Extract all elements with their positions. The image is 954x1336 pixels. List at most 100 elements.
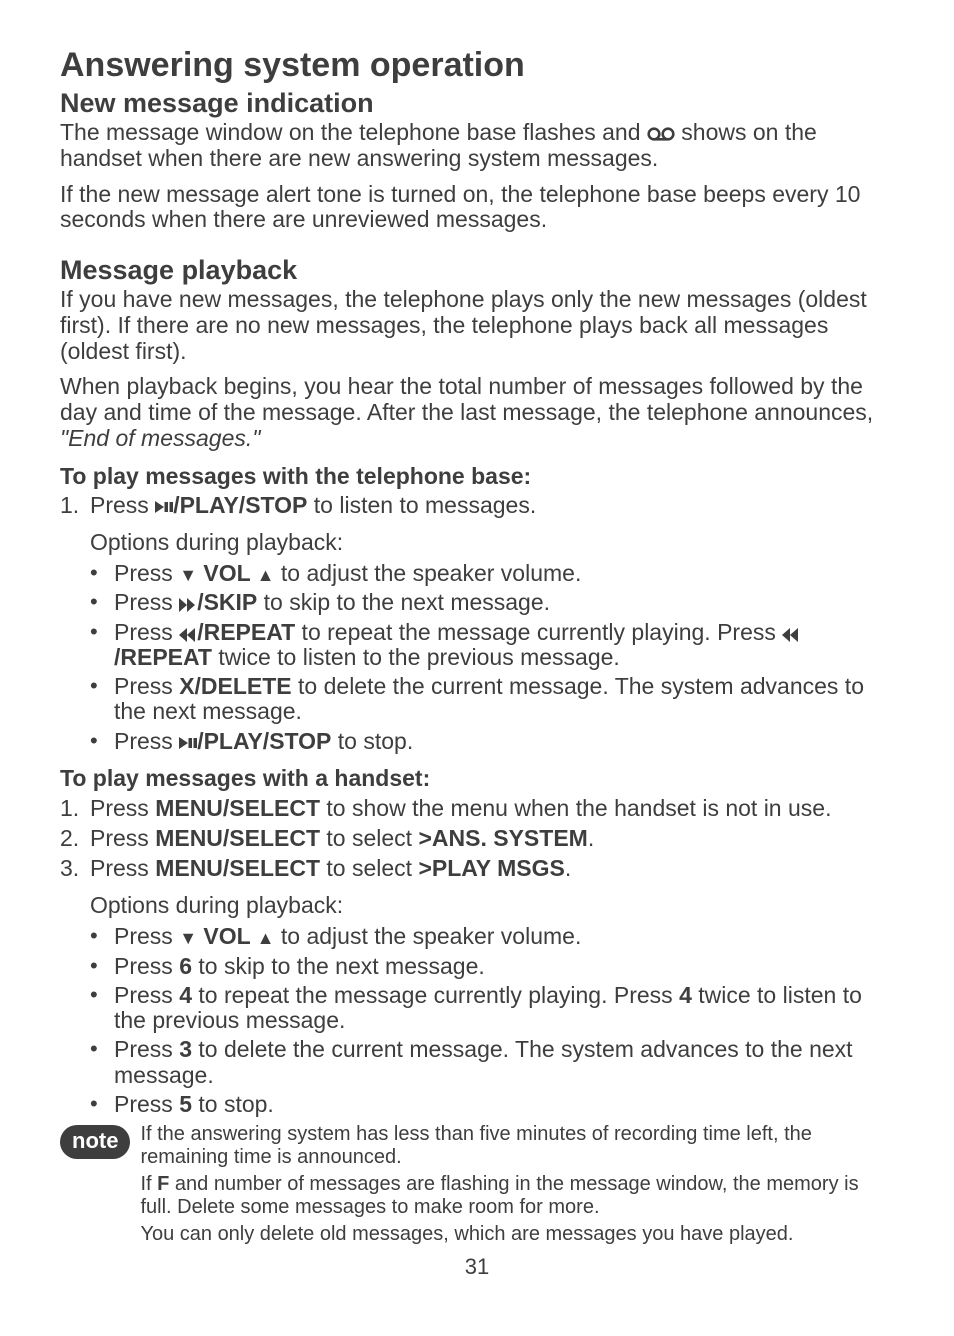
text-bold: >ANS. SYSTEM: [418, 825, 587, 851]
text: Press: [90, 825, 155, 851]
text: to listen to messages.: [307, 492, 536, 518]
text: Press: [90, 795, 155, 821]
text: Press: [114, 1091, 179, 1117]
list-item: Press X/DELETE to delete the current mes…: [114, 674, 894, 725]
text: to adjust the speaker volume.: [275, 923, 582, 949]
text: to skip to the next message.: [257, 589, 550, 615]
options-label: Options during playback:: [90, 529, 894, 555]
text: to adjust the speaker volume.: [275, 560, 582, 586]
text: Press: [114, 982, 179, 1008]
text: If: [140, 1173, 157, 1195]
text: Press: [90, 492, 155, 518]
text-bold: 5: [179, 1091, 192, 1117]
text: and number of messages are flashing in t…: [140, 1173, 858, 1217]
list-item: Press /REPEAT to repeat the message curr…: [114, 620, 894, 671]
text: Press: [114, 589, 179, 615]
list-item: Press MENU/SELECT to select >ANS. SYSTEM…: [90, 825, 894, 851]
text-bold: /SKIP: [197, 589, 257, 615]
list-item: Press /SKIP to skip to the next message.: [114, 590, 894, 615]
subheading-handset: To play messages with a handset:: [60, 765, 894, 791]
triangle-down-icon: [179, 560, 197, 586]
text: Press: [90, 855, 155, 881]
text: Press: [114, 1036, 179, 1062]
text-bold: MENU/SELECT: [155, 855, 320, 881]
text-bold: 4: [179, 982, 192, 1008]
list-item: Press 4 to repeat the message currently …: [114, 983, 894, 1034]
bullet-list: Press VOL to adjust the speaker volume. …: [60, 924, 894, 1117]
text-bold: F: [157, 1173, 169, 1195]
text-bold: VOL: [197, 560, 257, 586]
text: to repeat the message currently playing.…: [295, 619, 782, 645]
list-item: Press MENU/SELECT to select >PLAY MSGS.: [90, 855, 894, 881]
voicemail-icon: [647, 119, 675, 145]
skip-back-icon: [179, 619, 197, 645]
skip-back-icon: [782, 619, 800, 645]
note-line: You can only delete old messages, which …: [140, 1223, 894, 1245]
triangle-up-icon: [257, 923, 275, 949]
list-item: Press VOL to adjust the speaker volume.: [114, 924, 894, 949]
section-heading-playback: Message playback: [60, 255, 894, 286]
text: Press: [114, 953, 179, 979]
subheading-base: To play messages with the telephone base…: [60, 463, 894, 489]
note-line: If F and number of messages are flashing…: [140, 1173, 894, 1218]
page-number: 31: [60, 1254, 894, 1279]
text-bold: /PLAY/STOP: [173, 492, 307, 518]
play-stop-icon: [179, 728, 197, 754]
note-badge: note: [60, 1125, 130, 1158]
list-item: Press MENU/SELECT to show the menu when …: [90, 795, 894, 821]
text: Press: [114, 923, 179, 949]
paragraph: If you have new messages, the telephone …: [60, 287, 894, 364]
text: to stop.: [331, 728, 413, 754]
list-item: Press /PLAY/STOP to stop.: [114, 729, 894, 754]
text: to repeat the message currently playing.…: [192, 982, 679, 1008]
ordered-list: Press /PLAY/STOP to listen to messages.: [60, 492, 894, 518]
skip-forward-icon: [179, 589, 197, 615]
text-bold: 6: [179, 953, 192, 979]
text: to select: [320, 855, 418, 881]
text-bold: /REPEAT: [114, 644, 212, 670]
paragraph: The message window on the telephone base…: [60, 120, 894, 172]
options-label: Options during playback:: [90, 892, 894, 918]
text: .: [565, 855, 571, 881]
list-item: Press 5 to stop.: [114, 1092, 894, 1117]
note-block: note If the answering system has less th…: [60, 1123, 894, 1250]
paragraph: When playback begins, you hear the total…: [60, 374, 894, 451]
paragraph: If the new message alert tone is turned …: [60, 182, 894, 234]
text-bold: /REPEAT: [197, 619, 295, 645]
play-stop-icon: [155, 492, 173, 518]
text-bold: VOL: [197, 923, 257, 949]
text-bold: X/DELETE: [179, 673, 291, 699]
list-item: Press VOL to adjust the speaker volume.: [114, 561, 894, 586]
page-title: Answering system operation: [60, 46, 894, 85]
triangle-down-icon: [179, 923, 197, 949]
text: twice to listen to the previous message.: [212, 644, 620, 670]
text: to show the menu when the handset is not…: [320, 795, 831, 821]
text: Press: [114, 728, 179, 754]
text-bold: MENU/SELECT: [155, 795, 320, 821]
triangle-up-icon: [257, 560, 275, 586]
bullet-list: Press VOL to adjust the speaker volume. …: [60, 561, 894, 754]
text-bold: /PLAY/STOP: [197, 728, 331, 754]
text: to select: [320, 825, 418, 851]
text: The message window on the telephone base…: [60, 119, 647, 145]
note-line: If the answering system has less than fi…: [140, 1123, 894, 1168]
text-bold: >PLAY MSGS: [418, 855, 564, 881]
text-bold: MENU/SELECT: [155, 825, 320, 851]
text: to skip to the next message.: [192, 953, 485, 979]
text: to delete the current message. The syste…: [114, 1036, 853, 1087]
text: Press: [114, 619, 179, 645]
text-bold: 3: [179, 1036, 192, 1062]
text: When playback begins, you hear the total…: [60, 373, 873, 425]
section-heading-new-message: New message indication: [60, 88, 894, 119]
note-text: If the answering system has less than fi…: [140, 1123, 894, 1250]
text: Press: [114, 673, 179, 699]
list-item: Press /PLAY/STOP to listen to messages.: [90, 492, 894, 518]
text: to stop.: [192, 1091, 274, 1117]
text-italic: "End of messages.": [60, 425, 260, 451]
ordered-list: Press MENU/SELECT to show the menu when …: [60, 795, 894, 882]
text: Press: [114, 560, 179, 586]
text-bold: 4: [679, 982, 692, 1008]
list-item: Press 3 to delete the current message. T…: [114, 1037, 894, 1088]
list-item: Press 6 to skip to the next message.: [114, 954, 894, 979]
text: .: [588, 825, 594, 851]
